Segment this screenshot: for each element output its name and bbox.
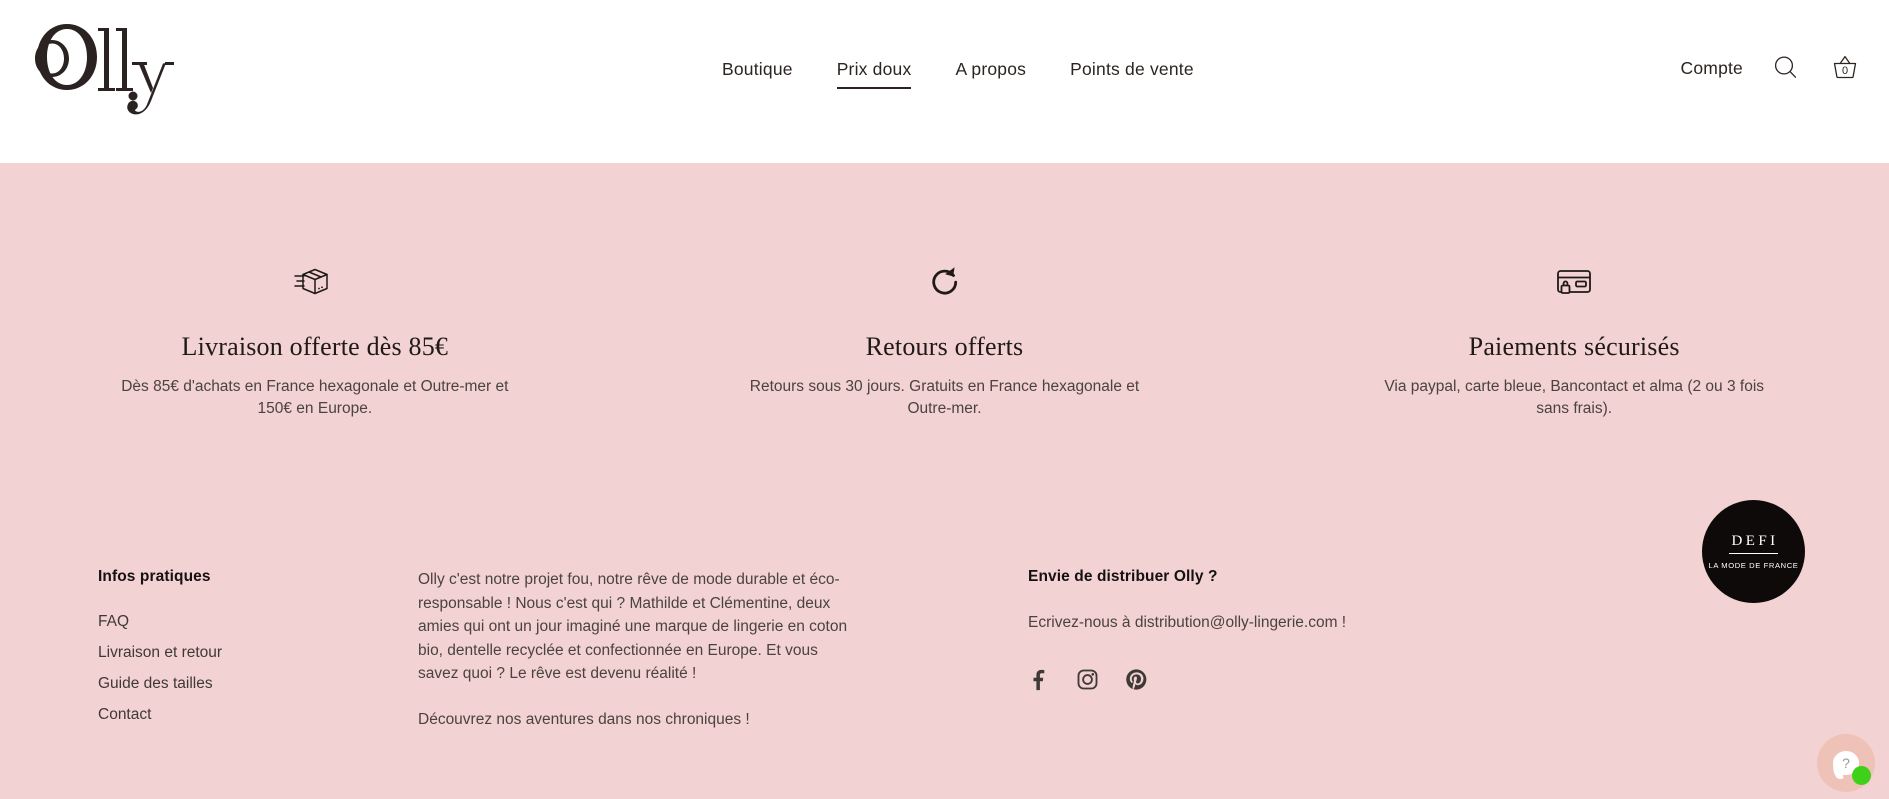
feature-retours: Retours offerts Retours sous 30 jours. G… — [630, 258, 1260, 420]
feature-text: Via paypal, carte bleue, Bancontact et a… — [1384, 378, 1765, 417]
site-header: Boutique Prix doux A propos Points de ve… — [0, 0, 1889, 163]
cart-button[interactable]: 0 — [1829, 52, 1861, 84]
defi-badge[interactable]: DEFI LA MODE DE FRANCE — [1702, 500, 1805, 603]
search-button[interactable] — [1771, 53, 1801, 83]
nav-item-a-propos[interactable]: A propos — [933, 58, 1048, 80]
features-row: Livraison offerte dès 85€ Dès 85€ d'acha… — [0, 258, 1889, 420]
footer-column-infos: Infos pratiques FAQ Livraison et retour … — [98, 568, 418, 753]
search-icon — [1774, 56, 1797, 78]
header-actions: Compte 0 — [1681, 52, 1861, 84]
pink-content-section: Livraison offerte dès 85€ Dès 85€ d'acha… — [0, 163, 1889, 799]
footer-link-faq[interactable]: FAQ — [98, 612, 418, 632]
question-mark-glyph: ? — [1842, 755, 1850, 771]
footer-heading-distribution: Envie de distribuer Olly ? — [1028, 568, 1218, 585]
main-navigation: Boutique Prix doux A propos Points de ve… — [700, 58, 1216, 89]
footer-column-about: Olly c'est notre projet fou, notre rêve … — [418, 568, 848, 753]
chat-help-button[interactable]: ? — [1817, 734, 1875, 792]
nav-item-boutique[interactable]: Boutique — [700, 58, 815, 80]
account-link[interactable]: Compte — [1681, 58, 1743, 79]
nav-item-points-de-vente[interactable]: Points de vente — [1048, 58, 1216, 80]
feature-title: Livraison offerte dès 85€ — [181, 332, 449, 361]
distribution-contact-text: Ecrivez-nous à distribution@olly-lingeri… — [1028, 614, 1347, 631]
social-links — [1028, 668, 1791, 691]
pinterest-icon[interactable] — [1125, 668, 1148, 691]
instagram-icon[interactable] — [1076, 668, 1099, 691]
feature-text: Retours sous 30 jours. Gratuits en Franc… — [749, 378, 1140, 417]
about-paragraph-1: Olly c'est notre projet fou, notre rêve … — [418, 571, 848, 682]
about-paragraph-2: Découvrez nos aventures dans nos chroniq… — [418, 710, 750, 728]
olly-logo[interactable] — [22, 6, 182, 146]
defi-badge-subtitle: LA MODE DE FRANCE — [1708, 560, 1799, 570]
shipping-box-icon — [40, 258, 590, 306]
footer-link-contact[interactable]: Contact — [98, 705, 418, 725]
site-footer: Infos pratiques FAQ Livraison et retour … — [0, 568, 1889, 753]
footer-column-distribution: Envie de distribuer Olly ? Ecrivez-nous … — [1028, 568, 1791, 753]
feature-paiements: Paiements sécurisés Via paypal, carte bl… — [1259, 258, 1889, 420]
page-root: Boutique Prix doux A propos Points de ve… — [0, 0, 1889, 799]
refresh-arrow-icon — [670, 258, 1220, 306]
nav-item-prix-doux[interactable]: Prix doux — [815, 58, 934, 89]
footer-link-guide-des-tailles[interactable]: Guide des tailles — [98, 674, 418, 694]
feature-title: Paiements sécurisés — [1468, 332, 1680, 361]
cart-count: 0 — [1841, 65, 1849, 77]
footer-spacer — [848, 568, 1028, 753]
chat-online-status-dot — [1852, 766, 1871, 785]
feature-livraison: Livraison offerte dès 85€ Dès 85€ d'acha… — [0, 258, 630, 420]
defi-badge-title: DEFI — [1728, 533, 1779, 554]
feature-text: Dès 85€ d'achats en France hexagonale et… — [121, 378, 509, 417]
secure-card-icon — [1299, 258, 1849, 306]
footer-link-livraison-et-retour[interactable]: Livraison et retour — [98, 643, 418, 663]
facebook-icon[interactable] — [1028, 669, 1050, 691]
feature-title: Retours offerts — [865, 332, 1024, 361]
footer-heading-infos: Infos pratiques — [98, 568, 211, 585]
